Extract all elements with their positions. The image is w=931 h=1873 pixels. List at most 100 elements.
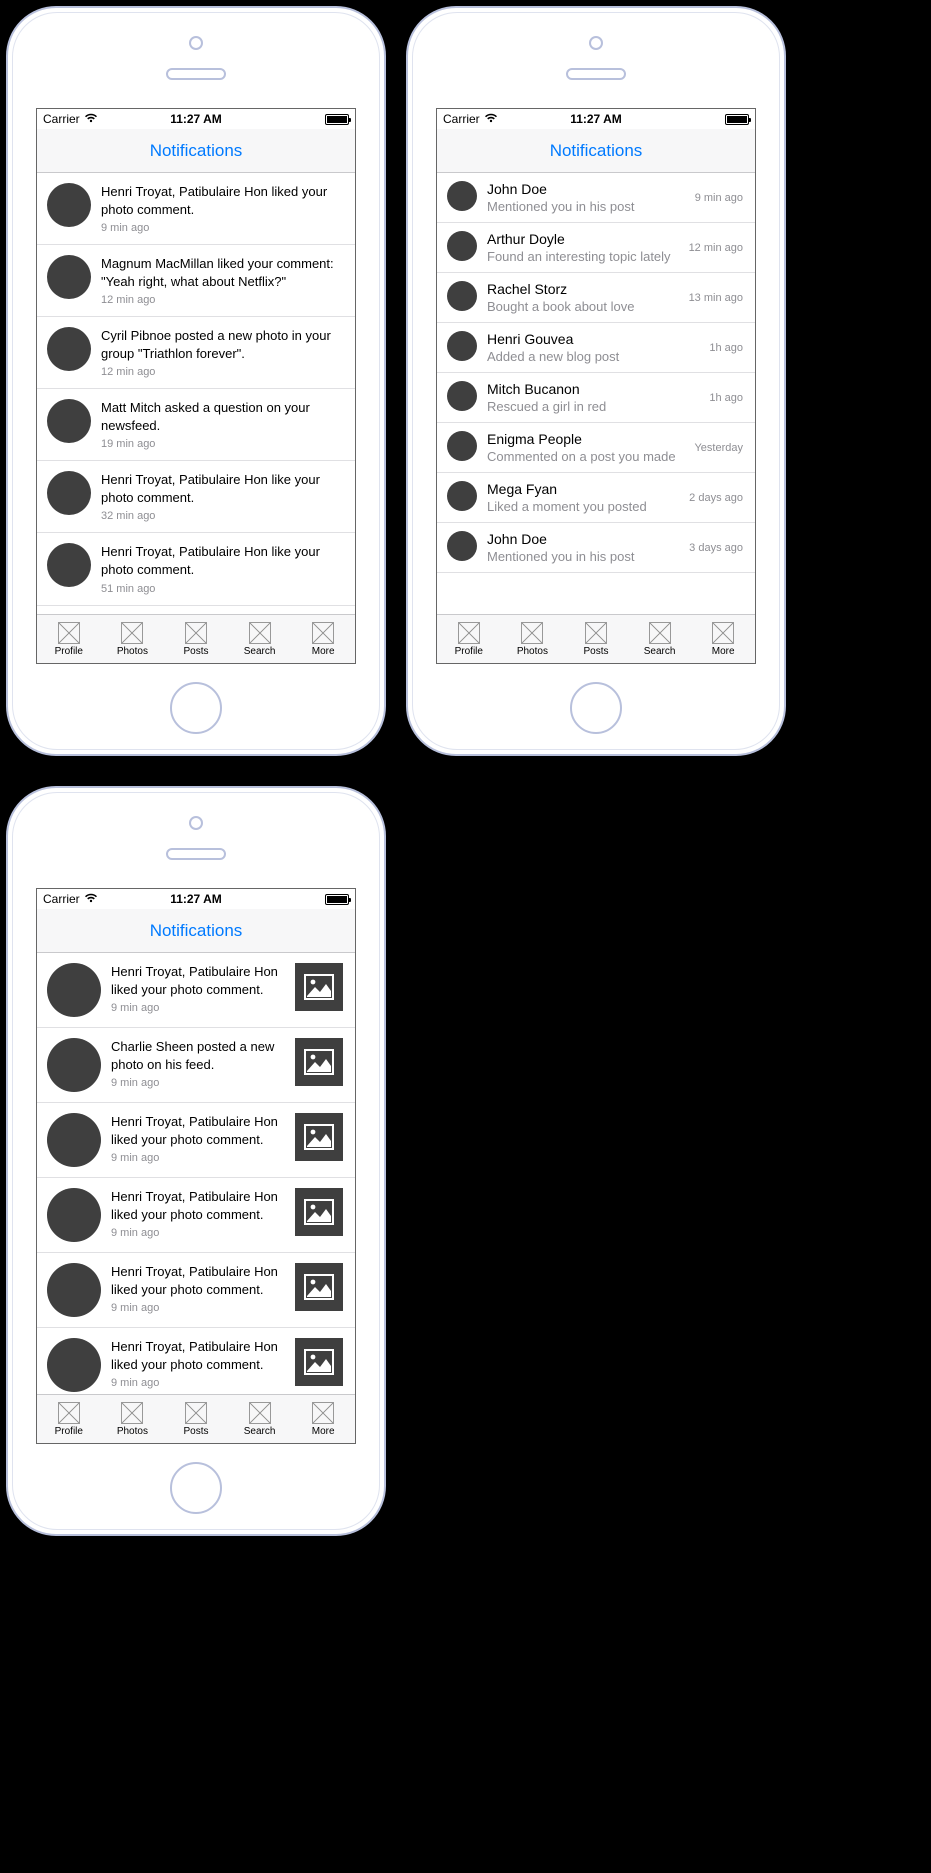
placeholder-icon <box>312 622 334 644</box>
placeholder-icon <box>458 622 480 644</box>
avatar <box>447 381 477 411</box>
placeholder-icon <box>121 1402 143 1424</box>
notification-list[interactable]: Henri Troyat, Patibulaire Hon liked your… <box>37 953 355 1394</box>
notification-name: Rachel Storz <box>487 281 683 297</box>
avatar <box>47 543 91 587</box>
battery-icon <box>325 114 349 125</box>
status-time: 11:27 AM <box>145 112 247 126</box>
notification-row[interactable]: Cyril Pibnoe posted a new photo in your … <box>37 317 355 389</box>
notification-row[interactable]: John DoeMentioned you in his post3 days … <box>437 523 755 573</box>
placeholder-icon <box>249 622 271 644</box>
notification-row[interactable]: Magnum MacMillan liked your comment: "Ye… <box>37 245 355 317</box>
notification-row[interactable]: Henri GouveaAdded a new blog post1h ago <box>437 323 755 373</box>
notification-row[interactable]: Arthur DoyleFound an interesting topic l… <box>437 223 755 273</box>
avatar <box>447 481 477 511</box>
tab-profile[interactable]: Profile <box>437 615 501 663</box>
avatar <box>447 281 477 311</box>
tab-profile[interactable]: Profile <box>37 615 101 663</box>
notification-row[interactable]: Henri Troyat, Patibulaire Hon like your … <box>37 461 355 533</box>
notification-row[interactable]: Henri Troyat, Patibulaire Hon liked your… <box>37 1328 355 1394</box>
home-button[interactable] <box>170 1462 222 1514</box>
notification-text: Henri Troyat, Patibulaire Hon like your … <box>101 471 343 506</box>
tab-search[interactable]: Search <box>628 615 692 663</box>
carrier-label: Carrier <box>43 892 80 906</box>
wifi-icon <box>484 112 498 126</box>
avatar <box>447 181 477 211</box>
carrier-label: Carrier <box>43 112 80 126</box>
tab-bar: Profile Photos Posts SearchMore <box>437 614 755 663</box>
notification-subtitle: Liked a moment you posted <box>487 499 683 514</box>
nav-bar: Notifications <box>37 129 355 173</box>
notification-subtitle: Found an interesting topic lately <box>487 249 683 264</box>
notification-subtitle: Mentioned you in his post <box>487 199 689 214</box>
device-frame: Carrier 11:27 AM Notifications Henri Tro… <box>6 786 386 1536</box>
tab-label: Posts <box>583 646 608 657</box>
tab-label: Search <box>244 646 276 657</box>
wifi-icon <box>84 892 98 906</box>
notification-row[interactable]: Matt Mitch asked a question on your news… <box>37 389 355 461</box>
tab-more[interactable]: More <box>291 615 355 663</box>
notification-text: Matt Mitch asked a question on your news… <box>101 399 343 434</box>
tab-search[interactable]: Search <box>228 615 292 663</box>
tab-more[interactable]: More <box>691 615 755 663</box>
page-title: Notifications <box>150 141 243 161</box>
device-frame: Carrier 11:27 AM Notifications John DoeM… <box>406 6 786 756</box>
notification-text: Henri Troyat, Patibulaire Hon liked your… <box>111 1113 287 1148</box>
image-icon <box>295 1113 343 1161</box>
notification-text: Cyril Pibnoe posted a new photo in your … <box>101 327 343 362</box>
battery-icon <box>325 894 349 905</box>
avatar <box>447 331 477 361</box>
notification-row[interactable]: Henri Troyat, Patibulaire Hon liked your… <box>37 1103 355 1178</box>
tab-posts[interactable]: Posts <box>164 615 228 663</box>
tab-posts[interactable]: Posts <box>164 1395 228 1443</box>
notification-time: 12 min ago <box>683 242 743 254</box>
status-time: 11:27 AM <box>145 892 247 906</box>
notification-subtitle: Mentioned you in his post <box>487 549 683 564</box>
placeholder-icon <box>649 622 671 644</box>
notification-row[interactable]: Henri Troyat, Patibulaire Hon liked your… <box>37 953 355 1028</box>
notification-subtitle: Commented on a post you made <box>487 449 688 464</box>
avatar <box>447 231 477 261</box>
image-icon <box>295 1338 343 1386</box>
tab-posts[interactable]: Posts <box>564 615 628 663</box>
tab-photos[interactable]: Photos <box>501 615 565 663</box>
tab-label: Profile <box>455 646 483 657</box>
avatar <box>47 471 91 515</box>
placeholder-icon <box>249 1402 271 1424</box>
notification-list[interactable]: Henri Troyat, Patibulaire Hon liked your… <box>37 173 355 614</box>
avatar <box>47 963 101 1017</box>
tab-search[interactable]: Search <box>228 1395 292 1443</box>
notification-time: 12 min ago <box>101 294 343 306</box>
notification-time: 9 min ago <box>101 222 343 234</box>
notification-row[interactable]: Rachel StorzBought a book about love13 m… <box>437 273 755 323</box>
device-frame: Carrier 11:27 AM Notifications Henri Tro… <box>6 6 386 756</box>
tab-photos[interactable]: Photos <box>101 1395 165 1443</box>
tab-more[interactable]: More <box>291 1395 355 1443</box>
avatar <box>47 327 91 371</box>
notification-row[interactable]: Charlie Sheen posted a new photo on his … <box>37 1028 355 1103</box>
screen: Carrier 11:27 AM Notifications Henri Tro… <box>36 888 356 1444</box>
notification-list[interactable]: John DoeMentioned you in his post9 min a… <box>437 173 755 614</box>
notification-row[interactable]: Henri Troyat, Patibulaire Hon liked your… <box>37 173 355 245</box>
nav-bar: Notifications <box>37 909 355 953</box>
avatar <box>47 183 91 227</box>
tab-profile[interactable]: Profile <box>37 1395 101 1443</box>
camera-dot <box>189 36 203 50</box>
tab-photos[interactable]: Photos <box>101 615 165 663</box>
notification-row[interactable]: Mitch BucanonRescued a girl in red1h ago <box>437 373 755 423</box>
page-title: Notifications <box>550 141 643 161</box>
home-button[interactable] <box>570 682 622 734</box>
notification-time: 2 days ago <box>683 492 743 504</box>
notification-text: Henri Troyat, Patibulaire Hon liked your… <box>111 963 287 998</box>
notification-row[interactable]: Henri Troyat, Patibulaire Hon liked your… <box>37 1178 355 1253</box>
notification-row[interactable]: Mega FyanLiked a moment you posted2 days… <box>437 473 755 523</box>
notification-row[interactable]: Henri Troyat, Patibulaire Hon like your … <box>37 533 355 605</box>
notification-row[interactable]: Henri Troyat, Patibulaire Hon liked your… <box>37 1253 355 1328</box>
notification-name: John Doe <box>487 181 689 197</box>
notification-row[interactable]: John DoeMentioned you in his post9 min a… <box>437 173 755 223</box>
placeholder-icon <box>585 622 607 644</box>
notification-row[interactable]: Enigma PeopleCommented on a post you mad… <box>437 423 755 473</box>
home-button[interactable] <box>170 682 222 734</box>
avatar <box>47 399 91 443</box>
avatar <box>447 431 477 461</box>
